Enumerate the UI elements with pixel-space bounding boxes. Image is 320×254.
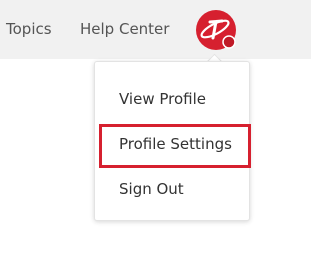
page: Topics Help Center View Profile Profile … <box>0 0 311 254</box>
menu-item-sign-out[interactable]: Sign Out <box>119 179 184 199</box>
menu-item-profile-settings[interactable]: Profile Settings <box>119 134 232 154</box>
profile-dropdown-menu: View Profile Profile Settings Sign Out <box>94 61 251 221</box>
nav-link-help-center[interactable]: Help Center <box>80 19 169 39</box>
top-navigation-bar: Topics Help Center <box>0 0 311 59</box>
menu-item-view-profile[interactable]: View Profile <box>119 89 206 109</box>
trend-micro-logo-icon <box>196 10 236 50</box>
profile-avatar-button[interactable] <box>194 8 238 52</box>
nav-link-topics[interactable]: Topics <box>6 19 52 39</box>
